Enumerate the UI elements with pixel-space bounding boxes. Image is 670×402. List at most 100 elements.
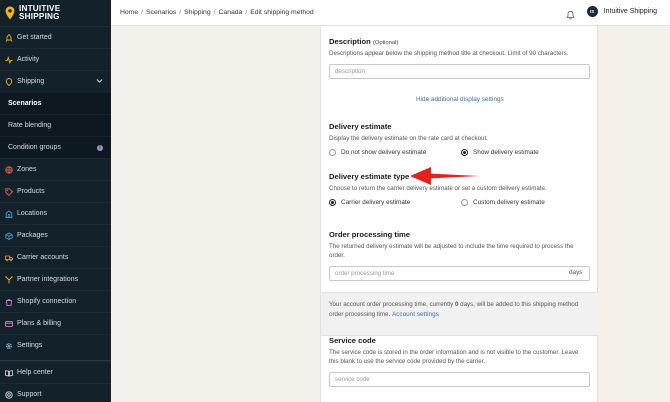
processing-note-line-2: order processing time. Account settings bbox=[329, 311, 439, 318]
sidebar-item-label: Products bbox=[17, 188, 45, 195]
pin-icon bbox=[5, 77, 13, 86]
sidebar-item-shopify-connection[interactable]: Shopify connection bbox=[0, 290, 111, 312]
delivery-estimate-help: Display the delivery estimate on the rat… bbox=[329, 135, 488, 142]
sidebar-item-activity[interactable]: Activity bbox=[0, 48, 111, 70]
pin-logo-icon bbox=[5, 6, 15, 20]
radio-show-estimate[interactable]: Show delivery estimate bbox=[461, 149, 539, 156]
breadcrumb-shipping[interactable]: Shipping bbox=[184, 9, 210, 16]
breadcrumb-separator: / bbox=[141, 9, 144, 16]
processing-note: Your account order processing time, curr… bbox=[321, 292, 599, 336]
breadcrumb-separator: / bbox=[179, 9, 182, 16]
info-badge: i bbox=[97, 145, 103, 151]
sidebar-item-label: Plans & billing bbox=[17, 320, 61, 327]
account-settings-link[interactable]: Account settings bbox=[392, 311, 439, 318]
radio-label: Carrier delivery estimate bbox=[341, 199, 411, 206]
bell-icon[interactable] bbox=[566, 7, 575, 19]
truck-icon bbox=[5, 254, 13, 262]
sidebar-item-scenarios[interactable]: Scenarios bbox=[0, 92, 111, 114]
sidebar-item-settings[interactable]: Settings bbox=[0, 334, 111, 356]
processing-time-help-line-1: The returned delivery estimate will be a… bbox=[329, 243, 574, 250]
avatar[interactable]: IS bbox=[586, 6, 598, 17]
radio-custom-estimate[interactable]: Custom delivery estimate bbox=[461, 199, 545, 206]
sidebar: INTUITIVE SHIPPING Get started Activity … bbox=[0, 0, 111, 402]
radio-circle-selected bbox=[461, 149, 468, 156]
description-field[interactable]: description bbox=[329, 64, 590, 79]
card-icon bbox=[5, 320, 13, 328]
service-code-heading: Service code bbox=[329, 336, 376, 345]
sidebar-item-rate-blending[interactable]: Rate blending bbox=[0, 114, 111, 136]
radio-do-not-show-estimate[interactable]: Do not show delivery estimate bbox=[329, 149, 426, 156]
radio-circle-selected bbox=[329, 199, 336, 206]
delivery-estimate-heading: Delivery estimate bbox=[329, 122, 392, 131]
processing-time-heading: Order processing time bbox=[329, 230, 411, 239]
sidebar-item-partner-integrations[interactable]: Partner integrations bbox=[0, 268, 111, 290]
processing-time-help-line-2: order. bbox=[329, 252, 345, 259]
sidebar-item-label: Condition groups bbox=[8, 144, 61, 151]
service-code-field[interactable]: service code bbox=[329, 372, 590, 387]
breadcrumb-scenarios[interactable]: Scenarios bbox=[146, 9, 176, 16]
support-icon bbox=[5, 390, 13, 399]
sidebar-item-label: Get started bbox=[17, 34, 52, 41]
sidebar-item-shipping[interactable]: Shipping bbox=[0, 70, 111, 92]
sidebar-item-label: Shipping bbox=[17, 78, 45, 85]
shopify-icon bbox=[5, 298, 13, 306]
processing-note-line-1: Your account order processing time, curr… bbox=[329, 301, 579, 308]
globe-icon bbox=[5, 165, 13, 174]
breadcrumb: Home / Scenarios / Shipping / Canada / E… bbox=[111, 9, 314, 16]
breadcrumb-home[interactable]: Home bbox=[120, 9, 138, 16]
breadcrumb-separator: / bbox=[245, 9, 248, 16]
tag-icon bbox=[5, 187, 13, 196]
sidebar-item-packages[interactable]: Packages bbox=[0, 224, 111, 246]
sidebar-item-label: Shopify connection bbox=[17, 298, 77, 305]
gear-icon bbox=[5, 342, 13, 350]
brand-line-2: SHIPPING bbox=[19, 12, 60, 21]
sidebar-item-label: Zones bbox=[17, 166, 37, 173]
radio-circle bbox=[461, 199, 468, 206]
sidebar-item-locations[interactable]: Locations bbox=[0, 202, 111, 224]
description-heading: Description (Optional) bbox=[329, 37, 399, 46]
user-area: IS Intuitive Shipping bbox=[566, 6, 657, 19]
radio-carrier-estimate[interactable]: Carrier delivery estimate bbox=[329, 199, 410, 206]
service-code-help-line-1: The service code is stored in the order … bbox=[329, 349, 579, 356]
sidebar-item-label: Rate blending bbox=[8, 122, 52, 129]
user-name[interactable]: Intuitive Shipping bbox=[604, 8, 657, 15]
top-bar: Home / Scenarios / Shipping / Canada / E… bbox=[111, 0, 670, 26]
sidebar-item-label: Locations bbox=[17, 210, 47, 217]
radio-label: Do not show delivery estimate bbox=[341, 149, 427, 156]
activity-icon bbox=[5, 55, 13, 64]
brand-name: INTUITIVE SHIPPING bbox=[19, 4, 60, 22]
breadcrumb-canada[interactable]: Canada bbox=[219, 9, 243, 16]
breadcrumb-current: Edit shipping method bbox=[250, 9, 314, 16]
brand-logo[interactable]: INTUITIVE SHIPPING bbox=[0, 0, 111, 26]
days-suffix: days bbox=[569, 269, 583, 276]
sidebar-nav: Get started Activity Shipping Scenarios … bbox=[0, 26, 111, 402]
rocket-icon bbox=[5, 33, 13, 42]
description-help: Descriptions appear below the shipping m… bbox=[329, 50, 569, 57]
radio-label: Custom delivery estimate bbox=[473, 199, 545, 206]
sidebar-item-carrier-accounts[interactable]: Carrier accounts bbox=[0, 246, 111, 268]
optional-label: (Optional) bbox=[372, 40, 399, 46]
processing-time-field[interactable]: order processing time bbox=[329, 266, 590, 281]
sidebar-item-condition-groups[interactable]: Condition groups i bbox=[0, 136, 111, 158]
sidebar-item-label: Packages bbox=[17, 232, 48, 239]
sidebar-item-plans-billing[interactable]: Plans & billing bbox=[0, 312, 111, 334]
building-icon bbox=[5, 209, 13, 218]
sidebar-item-zones[interactable]: Zones bbox=[0, 158, 111, 180]
annotation-arrow-icon bbox=[409, 165, 481, 192]
sidebar-item-label: Partner integrations bbox=[17, 276, 79, 283]
radio-circle bbox=[329, 149, 336, 156]
sidebar-item-support[interactable]: Support bbox=[0, 383, 111, 402]
chevron-down-icon bbox=[96, 78, 103, 86]
sidebar-item-label: Help center bbox=[17, 369, 53, 376]
sidebar-item-products[interactable]: Products bbox=[0, 180, 111, 202]
breadcrumb-separator: / bbox=[213, 9, 216, 16]
sidebar-item-get-started[interactable]: Get started bbox=[0, 26, 111, 48]
sidebar-item-label: Scenarios bbox=[8, 100, 42, 107]
sidebar-item-help-center[interactable]: Help center bbox=[0, 361, 111, 383]
help-icon bbox=[5, 369, 13, 377]
hide-display-settings-link[interactable]: Hide additional display settings bbox=[416, 96, 504, 103]
sidebar-item-label: Carrier accounts bbox=[17, 254, 69, 261]
service-code-help-line-2: this blank to use the service code provi… bbox=[329, 358, 486, 365]
sidebar-item-label: Activity bbox=[17, 56, 40, 63]
estimate-type-heading: Delivery estimate type bbox=[329, 172, 410, 181]
